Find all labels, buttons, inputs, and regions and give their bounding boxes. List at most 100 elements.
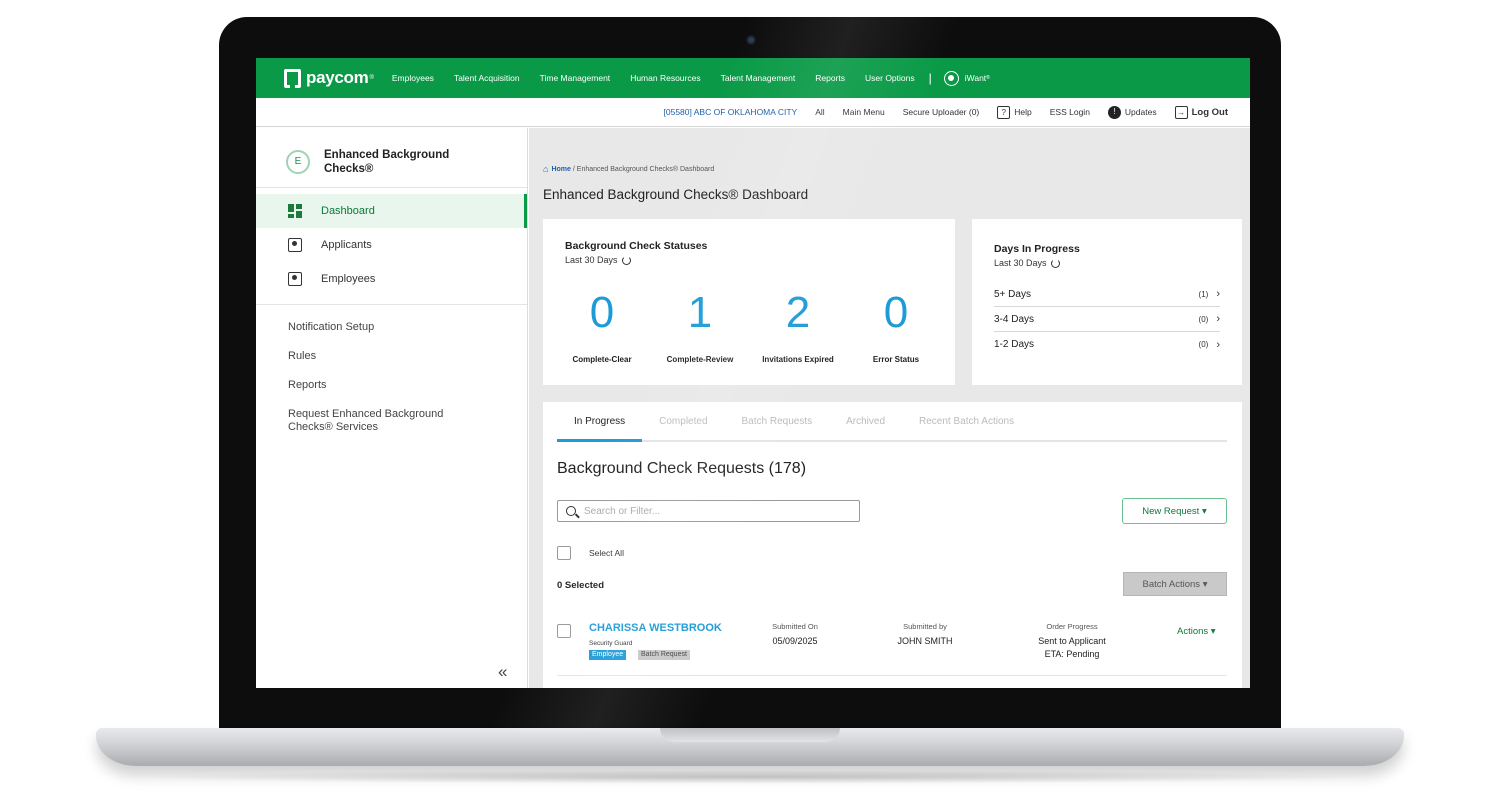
submitted-by-label: Submitted by (903, 622, 947, 631)
target-icon (943, 70, 959, 86)
stat-error-status[interactable]: 0 Error Status (851, 288, 941, 365)
sidebar-link-request-services[interactable]: Request Enhanced Background Checks® Serv… (288, 408, 468, 434)
batch-actions-button[interactable]: Batch Actions ▾ (1123, 572, 1227, 596)
submitted-on-value: 05/09/2025 (772, 636, 818, 646)
refresh-icon[interactable] (621, 255, 631, 265)
days-row-count-wrap: (1) › (1199, 288, 1220, 300)
batch-request-badge: Batch Request (638, 650, 690, 660)
updates-label: Updates (1124, 107, 1157, 117)
tab-in-progress[interactable]: In Progress (557, 402, 643, 442)
nav-human-resources[interactable]: Human Resources (630, 73, 700, 83)
paycom-logo-registered: ® (369, 75, 374, 81)
sidebar-title: Enhanced Background Checks® (324, 149, 450, 175)
table-row[interactable]: CHARISSA WESTBROOK Security Guard Employ… (557, 616, 1227, 676)
sidebar-item-label: Applicants (321, 239, 372, 251)
stat-value: 0 (589, 288, 615, 337)
status-stats: 0 Complete-Clear 1 Complete-Review 2 Inv… (557, 288, 941, 365)
stat-label: Complete-Clear (572, 355, 632, 364)
tab-archived[interactable]: Archived (829, 402, 902, 442)
sidebar-item-label: Employees (321, 273, 376, 285)
sidebar-links: Notification Setup Rules Reports Request… (256, 305, 527, 434)
nav-user-options[interactable]: User Options (865, 73, 915, 83)
status-card: Background Check Statuses Last 30 Days 0… (543, 219, 955, 385)
submitted-by-col: Submitted by JOHN SMITH (880, 622, 970, 648)
search-input[interactable]: Search or Filter... (557, 500, 860, 522)
logout-icon: → (1174, 105, 1188, 119)
stat-complete-clear[interactable]: 0 Complete-Clear (557, 288, 647, 365)
help-label: Help (1014, 107, 1032, 117)
ess-login-link[interactable]: ESS Login (1050, 107, 1090, 117)
days-row-label: 3-4 Days (994, 313, 1035, 325)
main-menu-link[interactable]: Main Menu (843, 107, 885, 117)
logout-label: Log Out (1191, 106, 1228, 118)
select-all[interactable]: Select All (557, 546, 624, 560)
iwant-button[interactable]: iWant ® (943, 70, 990, 86)
refresh-icon[interactable] (1050, 258, 1060, 268)
days-row-5-plus[interactable]: 5+ Days (1) › (994, 282, 1220, 307)
breadcrumb-home[interactable]: Home (551, 166, 570, 173)
sidebar-item-label: Dashboard (321, 205, 375, 217)
paycom-logo[interactable]: paycom ® (284, 68, 374, 88)
days-list: 5+ Days (1) › 3-4 Days (0) › 1-2 Days (0) › (994, 282, 1220, 357)
chevron-right-icon: › (1216, 288, 1220, 300)
tab-recent-batch-actions[interactable]: Recent Batch Actions (902, 402, 1031, 442)
sidebar-link-reports[interactable]: Reports (288, 379, 468, 392)
tab-completed[interactable]: Completed (642, 402, 724, 442)
breadcrumb: ⌂ Home / Enhanced Background Checks® Das… (543, 164, 714, 174)
stat-complete-review[interactable]: 1 Complete-Review (655, 289, 745, 365)
search-placeholder: Search or Filter... (584, 505, 661, 517)
secure-uploader-link[interactable]: Secure Uploader (0) (903, 107, 980, 117)
days-in-progress-card: Days In Progress Last 30 Days 5+ Days (1… (972, 219, 1242, 385)
dashboard-icon (288, 204, 302, 218)
main-content: ⌂ Home / Enhanced Background Checks® Das… (529, 128, 1250, 688)
sidebar-link-rules[interactable]: Rules (288, 350, 468, 363)
stat-label: Error Status (872, 355, 920, 364)
days-row-3-4[interactable]: 3-4 Days (0) › (994, 307, 1220, 332)
updates-link[interactable]: ! Updates (1107, 105, 1157, 119)
nav-employees[interactable]: Employees (392, 73, 434, 83)
logout-link[interactable]: → Log Out (1174, 105, 1228, 119)
tab-batch-requests[interactable]: Batch Requests (725, 402, 830, 442)
nav-time-management[interactable]: Time Management (540, 73, 611, 83)
applicant-name-link[interactable]: CHARISSA WESTBROOK (589, 622, 722, 634)
employee-icon (288, 272, 302, 286)
nav-reports[interactable]: Reports (815, 73, 845, 83)
sidebar-item-applicants[interactable]: Applicants (256, 228, 527, 262)
employee-badge: Employee (589, 650, 627, 660)
sidebar: E Enhanced Background Checks® Dashboard … (256, 128, 528, 688)
nav-talent-acquisition[interactable]: Talent Acquisition (454, 73, 520, 83)
collapse-sidebar-icon[interactable]: « (498, 662, 507, 682)
status-card-period: Last 30 Days (565, 255, 618, 265)
applicant-role: Security Guard (589, 640, 633, 647)
stat-value: 0 (883, 288, 909, 337)
select-all-checkbox[interactable] (557, 546, 571, 560)
days-row-count: (1) (1198, 289, 1209, 299)
stat-label: Complete-Review (666, 355, 734, 364)
stat-label: Invitations Expired (762, 355, 834, 364)
app-screen: paycom ® Employees Talent Acquisition Ti… (256, 58, 1250, 688)
submitted-on-col: Submitted On 05/09/2025 (755, 622, 835, 648)
home-icon: ⌂ (543, 164, 549, 174)
days-row-1-2[interactable]: 1-2 Days (0) › (994, 332, 1220, 357)
new-request-button[interactable]: New Request ▾ (1122, 498, 1227, 524)
days-row-label: 5+ Days (994, 288, 1031, 300)
stat-invitations-expired[interactable]: 2 Invitations Expired (753, 289, 843, 365)
row-checkbox[interactable] (557, 624, 571, 638)
row-actions-button[interactable]: Actions ▾ (1177, 626, 1216, 637)
nav-menu: Employees Talent Acquisition Time Manage… (392, 73, 935, 83)
chevron-right-icon: › (1216, 313, 1220, 325)
sidebar-item-employees[interactable]: Employees (256, 262, 527, 296)
iwant-label: iWant (964, 73, 987, 83)
nav-talent-management[interactable]: Talent Management (721, 73, 796, 83)
request-tabs: In Progress Completed Batch Requests Arc… (557, 402, 1227, 442)
company-selector[interactable]: [05580] ABC OF OKLAHOMA CITY (664, 107, 798, 117)
sidebar-link-notification-setup[interactable]: Notification Setup (288, 321, 468, 334)
all-link[interactable]: All (815, 107, 824, 117)
help-link[interactable]: ? Help (997, 105, 1032, 119)
sidebar-item-dashboard[interactable]: Dashboard (256, 194, 527, 228)
sidebar-header: E Enhanced Background Checks® (256, 128, 527, 188)
days-card-period: Last 30 Days (994, 258, 1047, 268)
days-row-count-wrap: (0) › (1199, 339, 1220, 351)
days-row-count: (0) (1198, 314, 1209, 324)
help-icon: ? (997, 105, 1011, 119)
